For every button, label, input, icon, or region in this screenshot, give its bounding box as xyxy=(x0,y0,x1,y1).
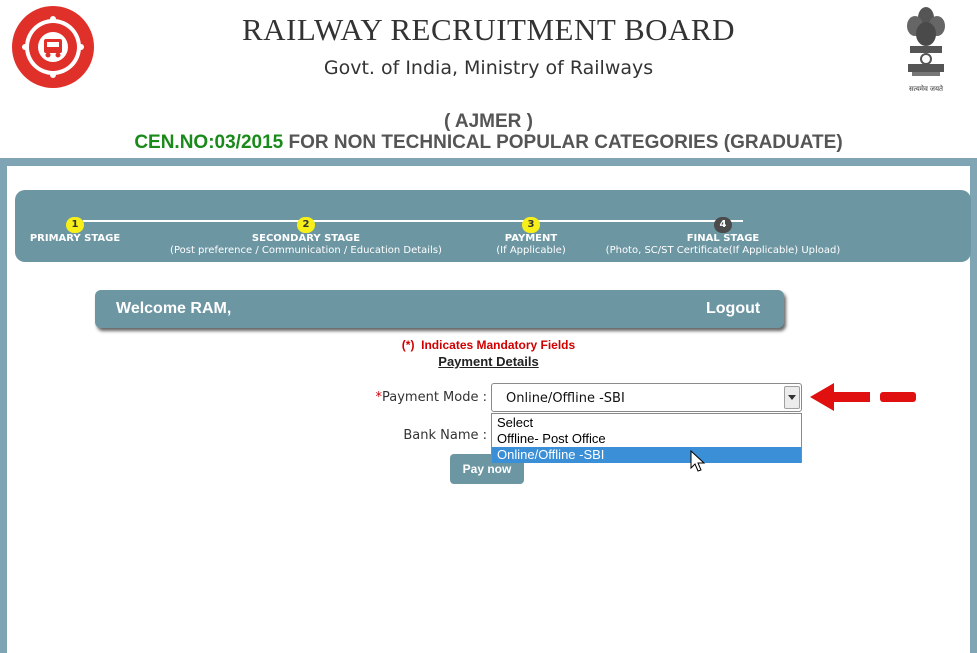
cen-heading: CEN.NO:03/2015 FOR NON TECHNICAL POPULAR… xyxy=(0,132,977,154)
welcome-bar: Welcome RAM, Logout xyxy=(95,290,784,328)
progress-tracker: 1 PRIMARY STAGE 2 SECONDARY STAGE (Post … xyxy=(15,190,971,262)
payment-mode-selected-value: Online/Offline -SBI xyxy=(506,391,625,406)
cen-description: FOR NON TECHNICAL POPULAR CATEGORIES (GR… xyxy=(283,132,843,153)
step-4-subtitle: (Photo, SC/ST Certificate(If Applicable)… xyxy=(605,245,841,256)
option-offline-post-office[interactable]: Offline- Post Office xyxy=(492,431,801,447)
step-1-title: PRIMARY STAGE xyxy=(29,233,121,244)
step-2-marker: 2 xyxy=(297,217,315,233)
step-final: 4 FINAL STAGE (Photo, SC/ST Certificate(… xyxy=(605,212,841,257)
step-2-title: SECONDARY STAGE xyxy=(251,233,361,244)
step-3-subtitle: (If Applicable) xyxy=(496,245,566,256)
mandatory-text: Indicates Mandatory Fields xyxy=(421,338,576,352)
step-3-marker: 3 xyxy=(522,217,540,233)
region-label: ( AJMER ) xyxy=(443,111,534,132)
payment-mode-options: Select Offline- Post Office Online/Offli… xyxy=(491,413,802,463)
step-4-title: FINAL STAGE xyxy=(686,233,760,244)
payment-details-heading: Payment Details xyxy=(438,354,539,369)
step-secondary: 2 SECONDARY STAGE (Post preference / Com… xyxy=(153,212,459,257)
page-header: RAILWAY RECRUITMENT BOARD Govt. of India… xyxy=(0,0,977,160)
ashoka-emblem-icon xyxy=(907,7,945,76)
option-select[interactable]: Select xyxy=(492,415,801,431)
dropdown-toggle[interactable] xyxy=(784,386,800,409)
logout-link[interactable]: Logout xyxy=(706,300,760,318)
payment-mode-label: *Payment Mode : xyxy=(360,390,487,405)
cen-number: CEN.NO:03/2015 xyxy=(134,132,284,153)
step-primary: 1 PRIMARY STAGE xyxy=(25,212,125,245)
step-2-subtitle: (Post preference / Communication / Educa… xyxy=(170,245,442,256)
bank-name-label: Bank Name : xyxy=(403,428,487,443)
step-3-title: PAYMENT xyxy=(504,233,558,244)
step-4-marker: 4 xyxy=(714,217,732,233)
step-payment: 3 PAYMENT (If Applicable) xyxy=(481,212,581,257)
chevron-down-icon xyxy=(788,395,796,400)
red-arrow-left-icon xyxy=(810,383,916,411)
mandatory-note: (*) Indicates Mandatory Fields xyxy=(0,338,977,352)
page-title: RAILWAY RECRUITMENT BOARD xyxy=(241,12,735,47)
payment-mode-select[interactable]: Online/Offline -SBI xyxy=(491,383,802,412)
mouse-pointer-icon xyxy=(690,450,706,472)
option-online-offline-sbi[interactable]: Online/Offline -SBI xyxy=(492,447,801,463)
page-subtitle: Govt. of India, Ministry of Railways xyxy=(323,57,654,79)
welcome-text: Welcome RAM, xyxy=(116,300,232,317)
emblem-caption: सत्यमेव जयते xyxy=(908,86,944,93)
step-1-marker: 1 xyxy=(66,217,84,233)
mandatory-star: (*) xyxy=(401,338,415,352)
ashoka-emblem: सत्यमेव जयते xyxy=(903,4,949,93)
payment-mode-label-text: Payment Mode : xyxy=(382,390,487,405)
